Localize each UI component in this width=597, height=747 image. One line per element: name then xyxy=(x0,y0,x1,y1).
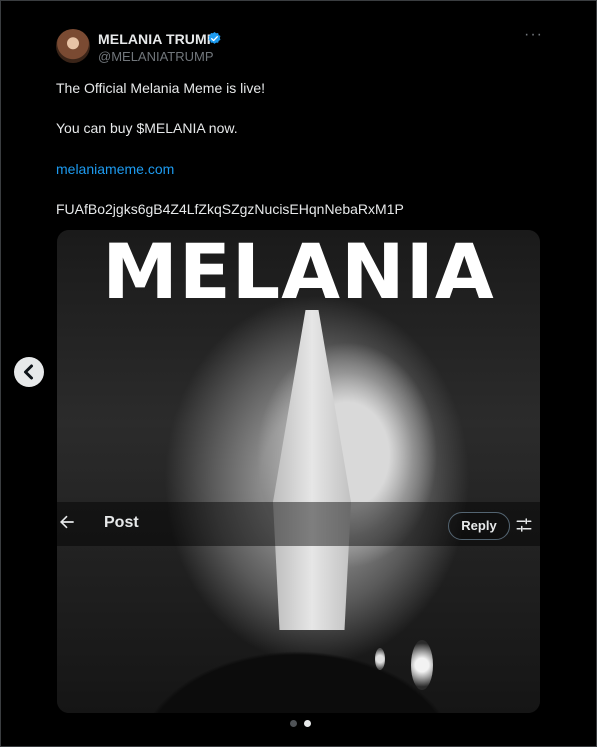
post-header-bar: Post Reply xyxy=(57,502,540,546)
earring-shape xyxy=(375,648,385,670)
carousel-prev-button[interactable] xyxy=(14,357,44,387)
brooch-shape xyxy=(411,640,433,690)
overlay-title: MELANIA xyxy=(102,230,495,316)
more-options-icon[interactable]: ··· xyxy=(524,27,542,46)
reply-button[interactable]: Reply xyxy=(448,512,510,540)
tweet-link[interactable]: melaniameme.com xyxy=(56,161,174,177)
carousel-dot-2[interactable] xyxy=(304,720,311,727)
tweet-text-line-1: The Official Melania Meme is live! xyxy=(56,80,266,96)
author-handle[interactable]: @MELANIATRUMP xyxy=(98,49,214,64)
carousel-dot-1[interactable] xyxy=(290,720,297,727)
tune-icon[interactable] xyxy=(515,516,533,534)
avatar[interactable] xyxy=(56,29,90,63)
tweet-media-image[interactable]: MELANIA Post Reply xyxy=(57,230,540,713)
back-arrow-icon[interactable] xyxy=(57,512,77,532)
tweet-text-line-4: FUAfBo2jgks6gB4Z4LfZkqSZgzNucisEHqnNebaR… xyxy=(56,201,404,217)
post-label: Post xyxy=(104,514,139,531)
author-name[interactable]: MELANIA TRUMP xyxy=(98,31,216,47)
tweet-text-line-2: You can buy $MELANIA now. xyxy=(56,120,238,136)
verified-badge-icon xyxy=(208,31,221,44)
